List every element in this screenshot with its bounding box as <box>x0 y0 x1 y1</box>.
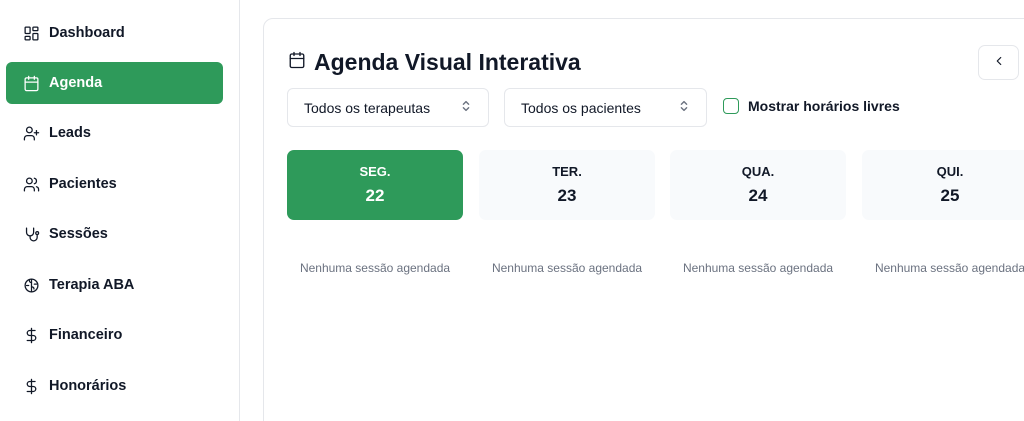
no-sessions-message: Nenhuma sessão agendada <box>299 261 451 275</box>
sidebar-item-label: Dashboard <box>49 25 125 41</box>
day-name: QUA. <box>741 164 775 179</box>
layout-grid-icon <box>22 24 40 42</box>
no-sessions-message: Nenhuma sessão agendada <box>491 261 643 275</box>
main-content: Agenda Visual Interativa Todos os terape… <box>240 0 1024 421</box>
sidebar-item-dashboard[interactable]: Dashboard <box>6 12 223 54</box>
show-free-slots-label: Mostrar horários livres <box>748 98 900 114</box>
day-number: 22 <box>365 186 385 205</box>
sidebar-item-label: Agenda <box>49 75 103 91</box>
sidebar-item-financeiro[interactable]: Financeiro <box>6 314 223 356</box>
dollar-sign-icon <box>22 326 40 344</box>
show-free-slots-toggle[interactable]: Mostrar horários livres <box>723 98 900 114</box>
page-title: Agenda Visual Interativa <box>314 49 581 75</box>
sidebar-item-label: Terapia ABA <box>49 277 135 293</box>
chevron-left-icon <box>992 54 1006 71</box>
day-column-header[interactable]: QUI. 25 <box>862 150 1024 220</box>
sidebar-item-sessoes[interactable]: Sessões <box>6 213 223 255</box>
chevrons-up-down-icon <box>678 99 690 116</box>
day-column-header[interactable]: TER. 23 <box>479 150 655 220</box>
dollar-sign-icon <box>22 377 40 395</box>
sidebar-item-terapia-aba[interactable]: Terapia ABA <box>6 264 223 306</box>
sidebar-item-pacientes[interactable]: Pacientes <box>6 163 223 205</box>
day-name: SEG. <box>359 164 391 179</box>
sidebar-item-label: Honorários <box>49 378 127 394</box>
patient-select-value: Todos os pacientes <box>521 99 641 116</box>
sidebar-item-agenda[interactable]: Agenda <box>6 62 223 104</box>
day-number: 25 <box>940 186 960 205</box>
calendar-icon <box>288 51 306 74</box>
sidebar-item-honorarios[interactable]: Honorários <box>6 365 223 407</box>
sidebar-item-leads[interactable]: Leads <box>6 112 223 154</box>
day-number: 23 <box>557 186 577 205</box>
therapist-select-value: Todos os terapeutas <box>304 99 431 116</box>
therapist-select[interactable]: Todos os terapeutas <box>287 88 489 127</box>
day-name: TER. <box>552 164 582 179</box>
sidebar-item-label: Leads <box>49 125 91 141</box>
day-number: 24 <box>748 186 768 205</box>
stethoscope-icon <box>22 225 40 243</box>
day-name: QUI. <box>936 164 964 179</box>
brain-icon <box>22 276 40 294</box>
calendar-icon <box>22 74 40 92</box>
patient-select[interactable]: Todos os pacientes <box>504 88 707 127</box>
chevrons-up-down-icon <box>460 99 472 116</box>
user-plus-icon <box>22 124 40 142</box>
show-free-slots-checkbox[interactable] <box>723 98 739 114</box>
previous-week-button[interactable] <box>978 45 1019 80</box>
agenda-header: Agenda Visual Interativa <box>288 49 581 76</box>
day-column-header[interactable]: SEG. 22 <box>287 150 463 220</box>
day-column-header[interactable]: QUA. 24 <box>670 150 846 220</box>
sidebar-item-label: Pacientes <box>49 176 117 192</box>
no-sessions-message: Nenhuma sessão agendada <box>682 261 834 275</box>
sidebar-item-label: Sessões <box>49 226 108 242</box>
users-icon <box>22 175 40 193</box>
agenda-card: Agenda Visual Interativa Todos os terape… <box>263 18 1024 421</box>
no-sessions-message: Nenhuma sessão agendada <box>874 261 1024 275</box>
sidebar: Dashboard Agenda Leads Pacientes Sessões… <box>0 0 240 421</box>
sidebar-item-label: Financeiro <box>49 327 123 343</box>
